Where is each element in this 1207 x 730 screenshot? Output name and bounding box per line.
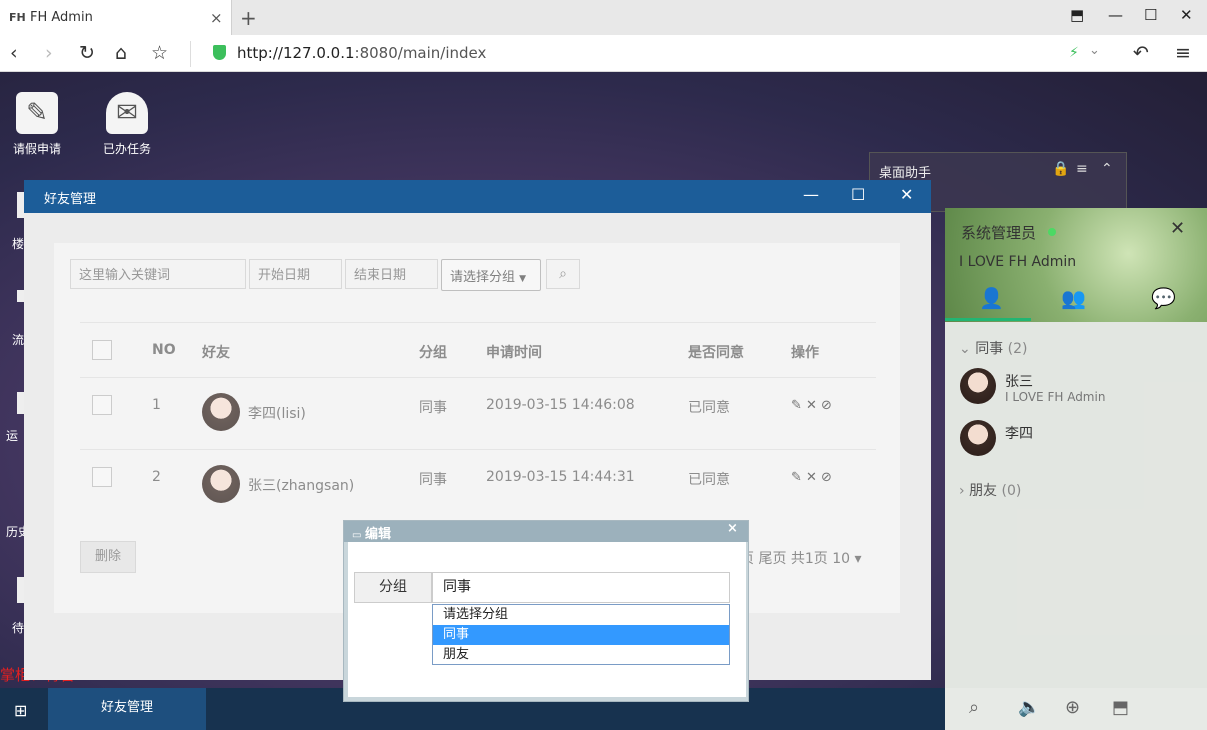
friend-signature: I LOVE FH Admin [1005, 390, 1106, 404]
address-toolbar: ‹ › ↻ ⌂ ☆ http://127.0.0.1:8080/main/ind… [0, 35, 1207, 72]
chat-footer: ⌕ 🔈 ⊕ ⬒ [945, 688, 1207, 730]
helper-title: 桌面助手 [879, 166, 932, 181]
avatar [960, 420, 996, 456]
tab-title: FH Admin [30, 10, 93, 25]
undo-icon[interactable]: ↶ [1133, 42, 1149, 64]
dialog-title: ▭ 编辑 [352, 527, 391, 542]
dropdown-option-selected[interactable]: 同事 [433, 625, 729, 645]
group-field-label: 分组 [354, 572, 432, 603]
envelope-icon: ✉ [106, 92, 148, 134]
chat-username: 系统管理员 [961, 224, 1037, 242]
site-logo-icon: FH [9, 11, 26, 24]
group-field-select[interactable]: 同事 [432, 572, 730, 603]
group-colleagues[interactable]: ⌄ 同事 (2) [959, 338, 1027, 358]
friends-tab-icon[interactable]: 👤 [979, 286, 1004, 310]
chat-signature[interactable]: I LOVE FH Admin [959, 254, 1076, 270]
desktop-icon-label: 已办任务 [102, 142, 151, 156]
chevron-up-icon[interactable]: ⌃ [1101, 161, 1113, 177]
menu-icon[interactable]: ≡ [1175, 42, 1191, 64]
avatar [960, 368, 996, 404]
chat-friend-list: ⌄ 同事 (2) 张三 I LOVE FH Admin 李四 › 朋友 (0) [945, 322, 1207, 688]
search-icon[interactable]: ⌕ [969, 697, 979, 718]
window-maximize-icon[interactable]: ☐ [851, 185, 865, 204]
browser-tab[interactable]: FH FH Admin × [0, 0, 232, 35]
chevron-down-icon[interactable]: ⌄ [1089, 43, 1100, 58]
window-close-icon[interactable]: ✕ [900, 185, 913, 204]
group-dropdown-list: 请选择分组 同事 朋友 [432, 604, 730, 665]
taskbar-item[interactable]: 好友管理 [48, 688, 206, 730]
tab-close-icon[interactable]: × [210, 9, 223, 27]
desktop-icon-label: 请假申请 [12, 142, 61, 156]
forward-icon[interactable]: › [45, 42, 53, 64]
windows-start-icon[interactable]: ⊞ [14, 701, 27, 720]
lock-icon[interactable]: 🔒 [1052, 161, 1069, 177]
desktop-icon-done-tasks[interactable]: ✉ 已办任务 [87, 92, 167, 157]
home-icon[interactable]: ⌂ [115, 42, 127, 64]
desktop-stub-label: 楼 [12, 237, 25, 251]
back-icon[interactable]: ‹ [10, 42, 18, 64]
list-icon[interactable]: ≡ [1076, 161, 1088, 177]
close-icon[interactable]: ✕ [1180, 6, 1193, 24]
dialog-body: 分组 同事 请选择分组 同事 朋友 [348, 542, 746, 697]
shirt-icon[interactable]: ⬒ [1070, 6, 1084, 24]
new-tab-button[interactable]: + [240, 6, 257, 30]
desktop-icon-leave[interactable]: ✎ 请假申请 [0, 92, 77, 157]
maximize-icon[interactable]: ☐ [1144, 6, 1157, 24]
desktop-stub-label: 待 [12, 621, 25, 635]
bolt-icon[interactable]: ⚡ [1069, 45, 1079, 61]
add-icon[interactable]: ⊕ [1065, 697, 1080, 718]
volume-icon[interactable]: 🔈 [1018, 697, 1040, 718]
dropdown-option[interactable]: 请选择分组 [433, 605, 729, 625]
window-icon: ▭ [352, 530, 365, 541]
refresh-icon[interactable]: ↻ [79, 42, 95, 64]
message-tab-icon[interactable]: 💬 [1151, 286, 1176, 310]
group-friends[interactable]: › 朋友 (0) [959, 480, 1021, 500]
window-minimize-icon[interactable]: — [803, 185, 819, 204]
chevron-down-icon: ⌄ [959, 341, 976, 357]
desktop-stub-label: 运 [6, 429, 19, 443]
edit-dialog: ▭ 编辑 × 分组 同事 请选择分组 同事 朋友 [343, 520, 749, 702]
active-tab-indicator [945, 318, 1031, 321]
dialog-close-icon[interactable]: × [727, 521, 738, 536]
minimize-icon[interactable]: — [1108, 6, 1123, 24]
shield-icon [213, 45, 226, 60]
chat-header: 系统管理员 I LOVE FH Admin ✕ 👤 👥 💬 [945, 208, 1207, 322]
group-tab-icon[interactable]: 👥 [1061, 286, 1086, 310]
window-title: 好友管理 [44, 192, 97, 207]
friend-name[interactable]: 张三 [1005, 371, 1033, 391]
star-icon[interactable]: ☆ [151, 42, 168, 64]
edit-icon: ✎ [16, 92, 58, 134]
url-text[interactable]: http://127.0.0.1:8080/main/index [237, 44, 486, 62]
desktop-stub-label: 流 [12, 333, 25, 347]
chat-close-icon[interactable]: ✕ [1170, 218, 1185, 239]
url-bar[interactable]: http://127.0.0.1:8080/main/index ⚡ ⌄ [190, 41, 1120, 67]
dialog-titlebar[interactable]: ▭ 编辑 × [344, 521, 748, 542]
friend-name[interactable]: 李四 [1005, 423, 1033, 443]
chat-panel: 系统管理员 I LOVE FH Admin ✕ 👤 👥 💬 ⌄ 同事 (2) 张… [945, 208, 1207, 730]
chevron-right-icon: › [959, 483, 970, 499]
window-titlebar[interactable]: 好友管理 — ☐ ✕ [24, 180, 931, 213]
skin-icon[interactable]: ⬒ [1112, 697, 1129, 718]
online-status-icon [1048, 228, 1056, 236]
browser-tab-bar: FH FH Admin × + ⬒ — ☐ ✕ [0, 0, 1207, 35]
dropdown-option[interactable]: 朋友 [433, 645, 729, 665]
